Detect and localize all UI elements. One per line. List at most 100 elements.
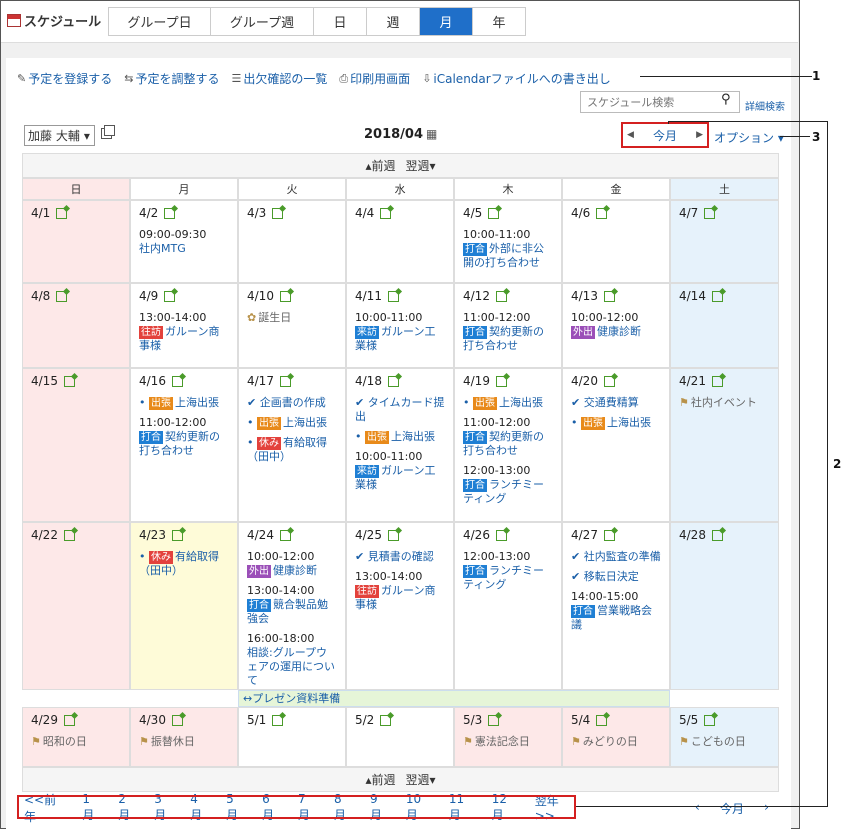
banner-event[interactable]: ↔プレゼン資料準備	[238, 690, 670, 707]
event-item[interactable]: 12:00-13:00 打合 ランチミーティング	[463, 550, 553, 592]
add-event-icon[interactable]	[63, 375, 75, 387]
add-event-icon[interactable]	[380, 207, 392, 219]
register-link[interactable]: ✎ 予定を登録する	[17, 70, 112, 87]
add-event-icon[interactable]	[488, 207, 500, 219]
day-cell[interactable]: 5/3 ⚑ 憲法記念日	[454, 707, 562, 767]
day-cell[interactable]: 4/21 ⚑ 社内イベント	[670, 368, 779, 522]
event-item[interactable]: • 出張 上海出張	[463, 396, 553, 410]
event-item[interactable]: • 休み 有給取得（田中）	[247, 436, 337, 464]
day-cell[interactable]: 4/20 ✔ 交通費精算 • 出張 上海出張	[562, 368, 670, 522]
month-link[interactable]: 11月	[449, 792, 474, 823]
day-cell[interactable]: 4/11 10:00-11:00 来訪 ガルーン工業様	[346, 283, 454, 368]
ical-link[interactable]: ⇩ iCalendarファイルへの書き出し	[422, 70, 611, 87]
event-item[interactable]: ✔ 社内監査の準備	[571, 550, 661, 564]
add-event-icon[interactable]	[704, 714, 716, 726]
add-event-icon[interactable]	[387, 290, 399, 302]
event-item[interactable]: • 出張 上海出張	[139, 396, 229, 410]
add-event-icon[interactable]	[272, 207, 284, 219]
day-cell[interactable]: 4/16 • 出張 上海出張 11:00-12:00 打合 契約更新の打ち合わせ	[130, 368, 238, 522]
event-item[interactable]: 10:00-11:00 来訪 ガルーン工業様	[355, 450, 445, 492]
tab-year[interactable]: 年	[473, 8, 525, 35]
month-link[interactable]: 7月	[298, 792, 316, 823]
search-input[interactable]	[580, 91, 740, 113]
this-month-link[interactable]: 今月	[653, 127, 677, 144]
month-link[interactable]: 1月	[82, 792, 100, 823]
day-cell[interactable]: 5/5 ⚑ こどもの日	[670, 707, 779, 767]
day-cell[interactable]: 4/6	[562, 200, 670, 283]
add-event-icon[interactable]	[56, 290, 68, 302]
event-item[interactable]: 16:00-18:00 相談:グループウェアの運用について	[247, 632, 337, 688]
day-cell[interactable]: 4/15	[22, 368, 130, 522]
print-link[interactable]: ⎙ 印刷用画面	[339, 70, 410, 87]
event-item[interactable]: ⚑ 昭和の日	[31, 735, 121, 749]
option-menu[interactable]: オプション ▾	[714, 129, 784, 146]
event-item[interactable]: 13:00-14:00 往訪 ガルーン商事様	[355, 570, 445, 612]
day-cell[interactable]: 4/19 • 出張 上海出張 11:00-12:00 打合 契約更新の打ち合わせ 12:00…	[454, 368, 562, 522]
event-item[interactable]: ⚑ こどもの日	[679, 735, 770, 749]
event-item[interactable]: ✔ 企画書の作成	[247, 396, 337, 410]
add-event-icon[interactable]	[272, 714, 284, 726]
tab-group-day[interactable]: グループ日	[109, 8, 211, 35]
add-event-icon[interactable]	[704, 207, 716, 219]
prev-month-icon[interactable]: ‹	[695, 800, 700, 817]
month-link[interactable]: 5月	[226, 792, 244, 823]
event-item[interactable]: 09:00-09:30 社内MTG	[139, 228, 229, 256]
day-cell[interactable]: 4/2 09:00-09:30 社内MTG	[130, 200, 238, 283]
user-select[interactable]: 加藤 大輔 ▾	[24, 125, 95, 146]
tab-month[interactable]: 月	[420, 8, 473, 35]
add-event-icon[interactable]	[171, 529, 183, 541]
add-event-icon[interactable]	[711, 375, 723, 387]
next-month-icon[interactable]: ▶	[696, 130, 703, 140]
prev-week-link[interactable]: ▴前週	[365, 157, 395, 174]
add-event-icon[interactable]	[495, 375, 507, 387]
day-cell[interactable]: 4/23 • 休み 有給取得（田中）	[130, 522, 238, 690]
add-event-icon[interactable]	[171, 714, 183, 726]
add-event-icon[interactable]	[387, 375, 399, 387]
add-event-icon[interactable]	[63, 714, 75, 726]
event-item[interactable]: 11:00-12:00 打合 契約更新の打ち合わせ	[463, 416, 553, 458]
tab-week[interactable]: 週	[367, 8, 420, 35]
add-event-icon[interactable]	[171, 375, 183, 387]
event-item[interactable]: 11:00-12:00 打合 契約更新の打ち合わせ	[139, 416, 229, 458]
add-event-icon[interactable]	[495, 290, 507, 302]
day-cell[interactable]: 4/27 ✔ 社内監査の準備 ✔ 移転日決定 14:00-15:00 打合 営業戦略会議	[562, 522, 670, 690]
day-cell[interactable]: 4/18 ✔ タイムカード提出 • 出張 上海出張 10:00-11:00 来訪 ガルーン工…	[346, 368, 454, 522]
month-link[interactable]: 10月	[406, 792, 431, 823]
event-item[interactable]: ✔ 見積書の確認	[355, 550, 445, 564]
day-cell[interactable]: 4/12 11:00-12:00 打合 契約更新の打ち合わせ	[454, 283, 562, 368]
search-icon[interactable]: ⚲	[721, 92, 731, 107]
add-event-icon[interactable]	[279, 529, 291, 541]
day-cell[interactable]: 4/10 ✿ 誕生日	[238, 283, 346, 368]
add-event-icon[interactable]	[380, 714, 392, 726]
day-cell[interactable]: 4/22	[22, 522, 130, 690]
add-event-icon[interactable]	[387, 529, 399, 541]
day-cell[interactable]: 4/8	[22, 283, 130, 368]
day-cell[interactable]: 5/4 ⚑ みどりの日	[562, 707, 670, 767]
event-item[interactable]: 10:00-12:00 外出 健康診断	[571, 311, 661, 339]
attendance-link[interactable]: ☰ 出欠確認の一覧	[231, 70, 327, 87]
month-link[interactable]: 12月	[492, 792, 517, 823]
day-cell[interactable]: 4/13 10:00-12:00 外出 健康診断	[562, 283, 670, 368]
add-event-icon[interactable]	[56, 207, 68, 219]
day-cell[interactable]: 4/14	[670, 283, 779, 368]
day-cell[interactable]: 5/1	[238, 707, 346, 767]
event-item[interactable]: ⚑ 憲法記念日	[463, 735, 553, 749]
add-event-icon[interactable]	[603, 290, 615, 302]
add-event-icon[interactable]	[488, 714, 500, 726]
add-event-icon[interactable]	[603, 375, 615, 387]
event-item[interactable]: • 休み 有給取得（田中）	[139, 550, 229, 578]
add-event-icon[interactable]	[603, 529, 615, 541]
tab-group-week[interactable]: グループ週	[211, 8, 314, 35]
event-item[interactable]: ✔ 移転日決定	[571, 570, 661, 584]
event-item[interactable]: ⚑ みどりの日	[571, 735, 661, 749]
event-item[interactable]: 14:00-15:00 打合 営業戦略会議	[571, 590, 661, 632]
month-link[interactable]: 9月	[370, 792, 388, 823]
month-link[interactable]: 4月	[190, 792, 208, 823]
prev-week-link[interactable]: ▴前週	[365, 771, 395, 788]
event-item[interactable]: 13:00-14:00 打合 競合製品勉強会	[247, 584, 337, 626]
day-cell[interactable]: 4/28	[670, 522, 779, 690]
add-event-icon[interactable]	[711, 290, 723, 302]
event-item[interactable]: ✿ 誕生日	[247, 311, 337, 325]
event-item[interactable]: • 出張 上海出張	[571, 416, 661, 430]
event-item[interactable]: ✔ 交通費精算	[571, 396, 661, 410]
